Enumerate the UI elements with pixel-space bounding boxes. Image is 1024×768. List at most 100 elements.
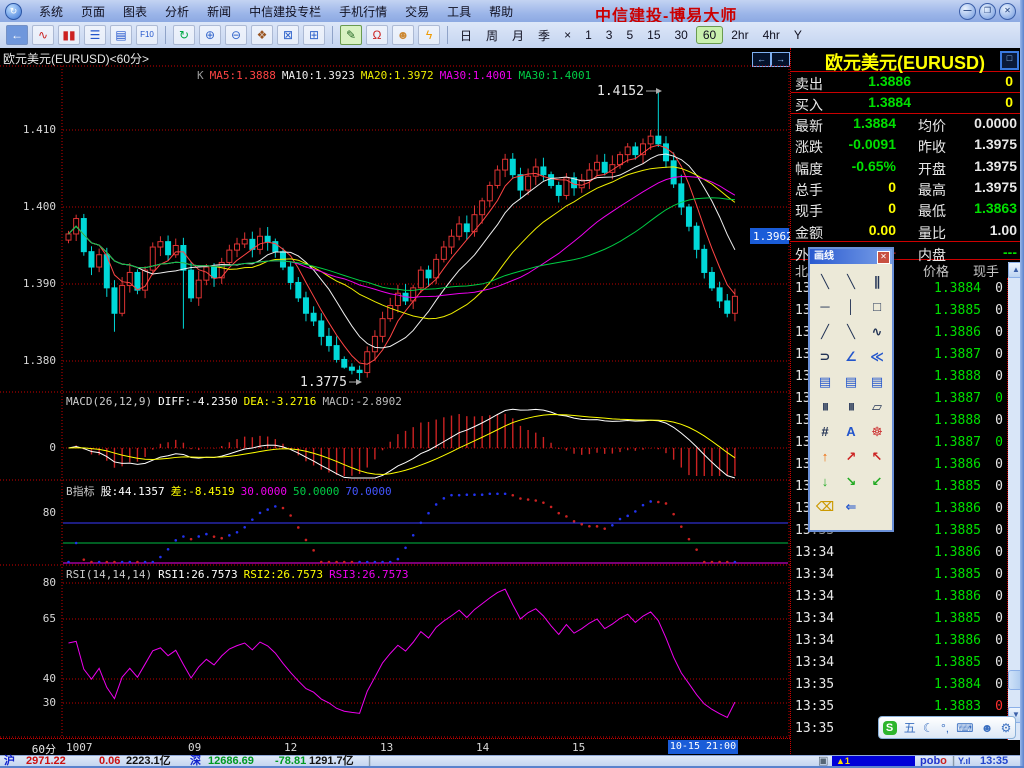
- period-button-4hr[interactable]: 4hr: [757, 27, 786, 43]
- period-button-3[interactable]: 3: [600, 27, 619, 43]
- alarm-icon[interactable]: Ω: [366, 25, 388, 45]
- minimize-button[interactable]: —: [959, 3, 976, 20]
- tick-row[interactable]: 13:341.38850: [791, 564, 1007, 586]
- chart-area[interactable]: 欧元美元(EURUSD)<60分> ← → KMA5:1.3888MA10:1.…: [0, 48, 790, 756]
- parallel-lines-tool[interactable]: ∥: [864, 269, 890, 294]
- flash-icon[interactable]: ϟ: [418, 25, 440, 45]
- user-icon[interactable]: ☻: [981, 721, 994, 735]
- tick-row[interactable]: 13:341.38850: [791, 652, 1007, 674]
- tick-row[interactable]: 13:341.38860: [791, 586, 1007, 608]
- menu-item-新闻[interactable]: 新闻: [198, 3, 240, 20]
- curve-tool[interactable]: ∿: [864, 319, 890, 344]
- refresh-icon[interactable]: ↻: [173, 25, 195, 45]
- restore-button[interactable]: ❐: [979, 3, 996, 20]
- moon-icon[interactable]: ☾: [923, 721, 934, 735]
- arrow-nw-tool[interactable]: ↖: [864, 444, 890, 469]
- undo-tool[interactable]: ⇐: [838, 494, 864, 519]
- eraser-tool[interactable]: ⌫: [812, 494, 838, 519]
- period-button-30[interactable]: 30: [669, 27, 694, 43]
- menu-item-系统[interactable]: 系统: [30, 3, 72, 20]
- zoom-in-icon[interactable]: ⊕: [199, 25, 221, 45]
- tick-row[interactable]: 13:341.38850: [791, 608, 1007, 630]
- palette-close-button[interactable]: ✕: [877, 251, 890, 264]
- line-chart-icon[interactable]: ∿: [32, 25, 54, 45]
- chart-canvas[interactable]: 1.41521.37751.3962: [0, 48, 790, 738]
- arrow-sw-tool[interactable]: ↙: [864, 469, 890, 494]
- arrow-ne-tool[interactable]: ↗: [838, 444, 864, 469]
- menu-item-图表[interactable]: 图表: [114, 3, 156, 20]
- draw-icon[interactable]: ✎: [340, 25, 362, 45]
- angle-line-tool[interactable]: ∠: [838, 344, 864, 369]
- users-icon[interactable]: ☻: [392, 25, 414, 45]
- tick-row[interactable]: 13:351.38830: [791, 696, 1007, 718]
- drawing-palette-window[interactable]: 画线 ✕ ╲╲∥─│□╱╲∿⊃∠≪▤▤▤||||||||▱#A☸↑↗↖↓↘↙⌫⇐: [808, 247, 894, 532]
- ray-tool[interactable]: ╱: [812, 319, 838, 344]
- period-button-2hr[interactable]: 2hr: [725, 27, 754, 43]
- menu-item-工具[interactable]: 工具: [438, 3, 480, 20]
- tick-row[interactable]: 13:341.38860: [791, 630, 1007, 652]
- rectangle-tool[interactable]: □: [864, 294, 890, 319]
- menu-item-中信建投专栏[interactable]: 中信建投专栏: [240, 3, 330, 20]
- close-button[interactable]: ✕: [999, 3, 1016, 20]
- period-button-60[interactable]: 60: [696, 26, 723, 44]
- menu-item-交易[interactable]: 交易: [396, 3, 438, 20]
- gann-grid-tool[interactable]: ▤: [812, 369, 838, 394]
- zoom-out-icon[interactable]: ⊖: [225, 25, 247, 45]
- menu-item-分析[interactable]: 分析: [156, 3, 198, 20]
- keyboard-icon[interactable]: ⌨: [956, 721, 973, 735]
- jump-icon[interactable]: ⊞: [303, 25, 325, 45]
- period-button-Y[interactable]: Y: [788, 27, 808, 43]
- horizontal-line-tool[interactable]: ─: [812, 294, 838, 319]
- back-icon[interactable]: ←: [6, 25, 28, 45]
- tick-cell: 0: [951, 281, 1003, 296]
- arrow-se-tool[interactable]: ↘: [838, 469, 864, 494]
- cycle-circle-tool[interactable]: ☸: [864, 419, 890, 444]
- sogou-logo[interactable]: S: [883, 721, 897, 735]
- drag-icon[interactable]: ❖: [251, 25, 273, 45]
- tick-cell: 0: [951, 589, 1003, 604]
- blank: [864, 494, 890, 519]
- period-button-月[interactable]: 月: [506, 26, 530, 45]
- channel-tool[interactable]: ▱: [864, 394, 890, 419]
- percent-lines-tool[interactable]: ▤: [838, 369, 864, 394]
- report-icon[interactable]: ▤: [110, 25, 132, 45]
- time-lines-tool[interactable]: ||||: [812, 394, 838, 419]
- candle-chart-icon[interactable]: ▮▮: [58, 25, 80, 45]
- menu-item-帮助[interactable]: 帮助: [480, 3, 522, 20]
- gann-fan-tool[interactable]: ≪: [864, 344, 890, 369]
- period-button-日[interactable]: 日: [454, 26, 478, 45]
- trend-line-tool[interactable]: ╲: [838, 319, 864, 344]
- tick-row[interactable]: 13:351.38840: [791, 674, 1007, 696]
- svg-text:1.3962: 1.3962: [753, 230, 790, 243]
- cycle-lines-tool[interactable]: ||||: [838, 394, 864, 419]
- tick-cell: 13:35: [795, 699, 834, 714]
- line-tool[interactable]: ╲: [812, 269, 838, 294]
- palette-title-bar[interactable]: 画线 ✕: [810, 249, 892, 264]
- vertical-line-tool[interactable]: │: [838, 294, 864, 319]
- wrench-icon[interactable]: ⚙: [1001, 721, 1012, 735]
- period-button-季[interactable]: 季: [532, 26, 556, 45]
- f10-icon[interactable]: F10: [136, 25, 158, 45]
- period-button-周[interactable]: 周: [480, 26, 504, 45]
- arrow-up-tool[interactable]: ↑: [812, 444, 838, 469]
- segment-tool[interactable]: ╲: [838, 269, 864, 294]
- wubi-mode-icon[interactable]: 五: [904, 719, 916, 736]
- text-tool[interactable]: A: [838, 419, 864, 444]
- period-button-×[interactable]: ×: [558, 27, 577, 43]
- punctuation-icon[interactable]: °,: [941, 721, 949, 735]
- panel-restore-button[interactable]: □: [1000, 51, 1019, 70]
- fibonacci-lines-tool[interactable]: ▤: [864, 369, 890, 394]
- tick-row[interactable]: 13:341.38860: [791, 542, 1007, 564]
- next-window-icon[interactable]: ⊠: [277, 25, 299, 45]
- arc-tool[interactable]: ⊃: [812, 344, 838, 369]
- app-icon[interactable]: ↻: [5, 3, 22, 20]
- regression-channel-tool[interactable]: #: [812, 419, 838, 444]
- menu-item-手机行情[interactable]: 手机行情: [330, 3, 396, 20]
- period-button-15[interactable]: 15: [641, 27, 666, 43]
- arrow-down-tool[interactable]: ↓: [812, 469, 838, 494]
- period-button-5[interactable]: 5: [620, 27, 639, 43]
- period-button-1[interactable]: 1: [579, 27, 598, 43]
- menu-item-页面[interactable]: 页面: [72, 3, 114, 20]
- quote-list-icon[interactable]: ☰: [84, 25, 106, 45]
- input-method-bar[interactable]: S五 ☾ °, ⌨ ☻ ⚙: [878, 716, 1016, 739]
